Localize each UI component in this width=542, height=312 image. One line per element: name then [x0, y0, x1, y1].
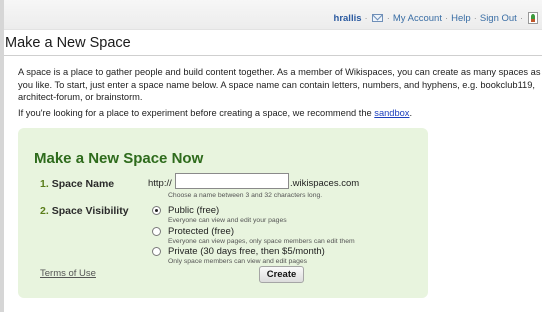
panel-heading: Make a New Space Now: [34, 150, 204, 167]
space-name-input[interactable]: [175, 173, 289, 189]
title-divider: [4, 55, 542, 56]
visibility-protected-radio[interactable]: [152, 227, 161, 236]
name-hint: Choose a name between 3 and 32 character…: [168, 192, 323, 199]
sign-out-link[interactable]: Sign Out: [480, 13, 517, 24]
separator: ·: [386, 12, 390, 24]
url-prefix: http://: [148, 178, 172, 189]
terms-of-use-link[interactable]: Terms of Use: [40, 268, 96, 279]
step1-label: 1. Space Name: [40, 178, 114, 190]
left-border: [0, 0, 4, 312]
separator: ·: [519, 12, 523, 24]
page-title: Make a New Space: [5, 35, 131, 51]
help-link[interactable]: Help: [451, 13, 471, 24]
visibility-private-hint: Only space members can view and edit pag…: [168, 258, 308, 265]
create-button[interactable]: Create: [259, 266, 304, 283]
sandbox-link[interactable]: sandbox: [374, 108, 409, 118]
visibility-public-radio[interactable]: [152, 206, 161, 215]
sandbox-suffix: .: [409, 108, 413, 118]
my-account-link[interactable]: My Account: [393, 13, 442, 24]
username-link[interactable]: hrallis: [334, 13, 362, 24]
separator: ·: [444, 12, 449, 24]
visibility-private-label[interactable]: Private (30 days free, then $5/month): [168, 246, 325, 257]
visibility-protected-label[interactable]: Protected (free): [168, 226, 234, 237]
intro-text: A space is a place to gather people and …: [18, 67, 541, 102]
visibility-public-hint: Everyone can view and edit your pages: [168, 217, 287, 224]
visibility-private-radio[interactable]: [152, 247, 161, 256]
step1-number: 1.: [40, 178, 49, 190]
top-bar: hrallis · · My Account · Help · Sign Out…: [4, 0, 542, 30]
sandbox-prefix: If you're looking for a place to experim…: [18, 108, 375, 118]
step2-text: Space Visibility: [51, 205, 129, 217]
user-bar: hrallis · · My Account · Help · Sign Out…: [334, 12, 538, 24]
sandbox-text: If you're looking for a place to experim…: [18, 107, 412, 120]
step1-text: Space Name: [51, 178, 115, 190]
plant-icon[interactable]: [528, 12, 538, 24]
visibility-public-label[interactable]: Public (free): [168, 205, 219, 216]
url-suffix: .wikispaces.com: [290, 178, 360, 189]
visibility-protected-hint: Everyone can view pages, only space memb…: [168, 238, 355, 245]
mail-icon[interactable]: [371, 14, 383, 22]
create-space-panel: Make a New Space Now 1. Space Name http:…: [18, 128, 428, 298]
step2-label: 2. Space Visibility: [40, 205, 129, 217]
separator: ·: [473, 12, 477, 24]
separator: ·: [364, 12, 368, 24]
step2-number: 2.: [40, 205, 49, 217]
